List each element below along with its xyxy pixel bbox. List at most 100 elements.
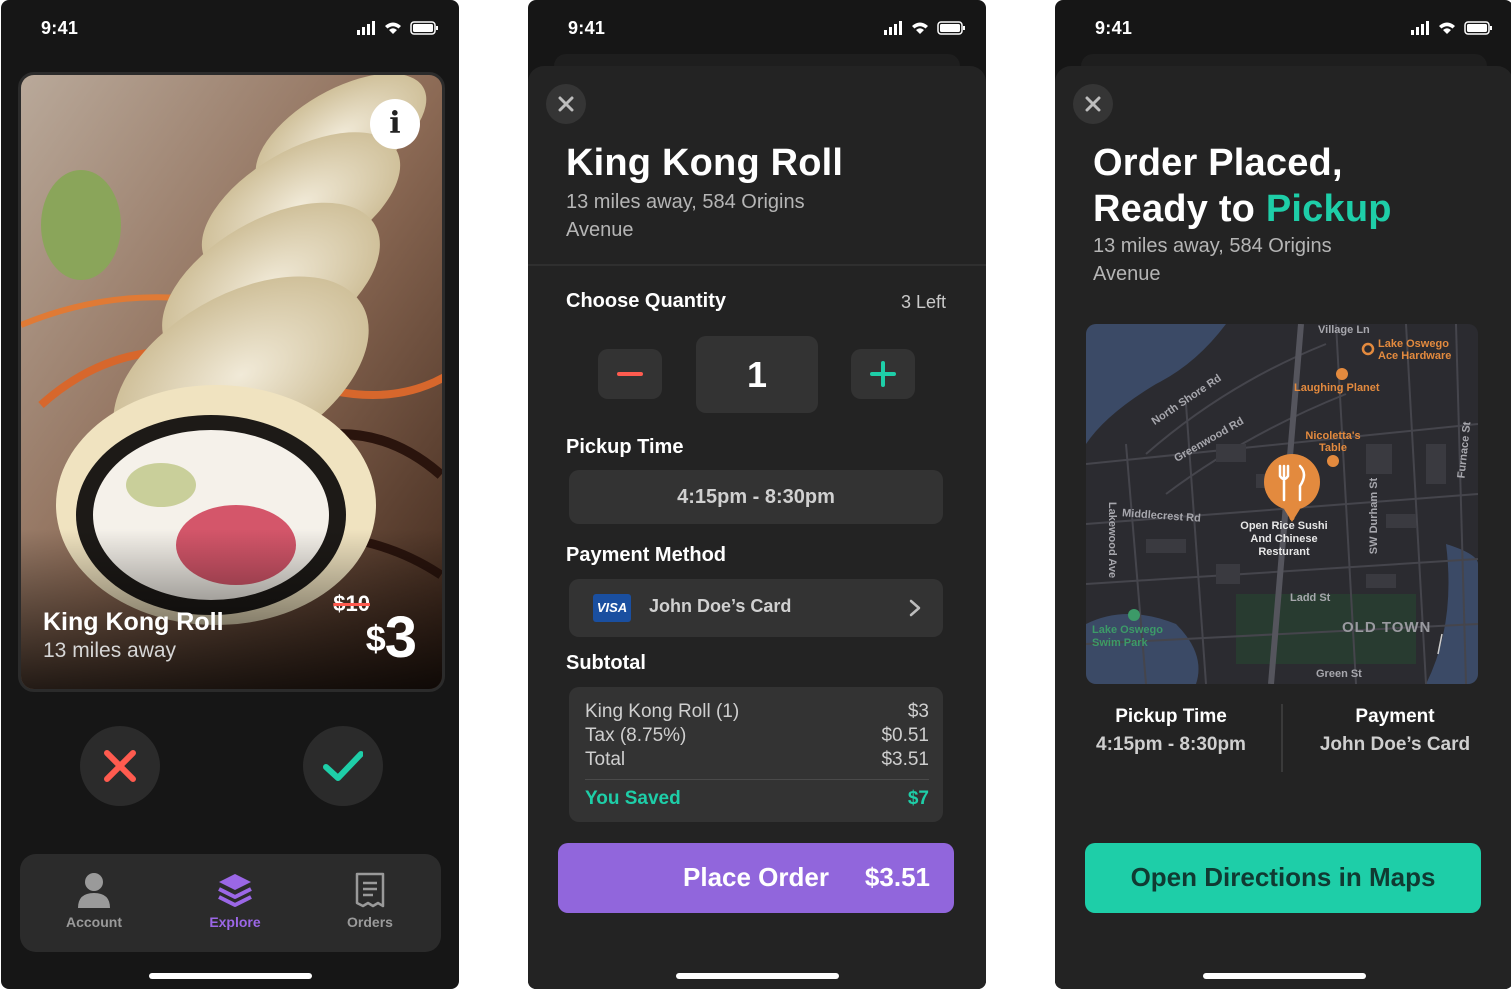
street-label: Village Ln — [1318, 324, 1370, 336]
card-distance: 13 miles away — [43, 639, 177, 662]
visa-icon: VISA — [593, 594, 631, 622]
close-button[interactable] — [1073, 84, 1113, 124]
explore-screen: 9:41 i King Kong Roll 13 miles away $10 … — [1, 0, 459, 989]
subtotal-row: King Kong Roll (1) $3 — [585, 701, 929, 725]
tab-bar: Account Explore Orders — [20, 854, 441, 952]
quantity-value: 1 — [696, 336, 818, 413]
quantity-label: Choose Quantity — [566, 290, 727, 312]
status-time: 9:41 — [41, 18, 79, 38]
item-address: 13 miles away, 584 Origins Avenue — [566, 191, 805, 241]
restaurant-pin-icon[interactable] — [1264, 454, 1320, 522]
place-order-button[interactable]: Place Order $3.51 — [558, 843, 954, 913]
destination-label: Open Rice Sushi And Chinese Resturant — [1240, 520, 1328, 558]
area-label: OLD TOWN — [1342, 619, 1432, 636]
status-icons — [357, 21, 438, 35]
close-icon — [558, 96, 574, 112]
tab-explore[interactable]: Explore — [175, 872, 295, 930]
increase-quantity-button[interactable] — [851, 349, 915, 399]
accept-button[interactable] — [303, 726, 383, 806]
home-indicator[interactable] — [676, 973, 839, 979]
savings-row: You Saved $7 — [585, 788, 929, 812]
open-directions-button[interactable]: Open Directions in Maps — [1085, 843, 1481, 913]
info-button[interactable]: i — [370, 99, 420, 149]
status-icons — [1411, 21, 1492, 35]
divider — [528, 264, 986, 266]
tab-explore-label: Explore — [209, 914, 261, 930]
subtotal-label: Subtotal — [566, 652, 646, 674]
order-screen: 9:41 King Kong Roll 13 miles away, 584 O… — [528, 0, 986, 989]
deal-currency: $ — [365, 618, 386, 659]
payment-value: John Doe’s Card — [1319, 734, 1471, 755]
status-icons — [884, 21, 965, 35]
place-order-label: Place Order — [683, 862, 829, 892]
pickup-time-label: Pickup Time — [1115, 706, 1227, 727]
status-bar: 9:41 — [528, 0, 986, 54]
divider — [585, 779, 929, 780]
confirmation-title-line1: Order Placed, — [1093, 142, 1343, 184]
poi-label: Lake Oswego Ace Hardware — [1378, 338, 1452, 362]
line-amount: $3 — [907, 701, 929, 722]
order-sheet: King Kong Roll 13 miles away, 584 Origin… — [528, 66, 986, 989]
receipt-icon — [355, 872, 385, 908]
pickup-time-value: 4:15pm - 8:30pm — [1096, 734, 1246, 755]
item-title: King Kong Roll — [566, 142, 844, 184]
close-icon — [1085, 96, 1101, 112]
food-card[interactable]: i King Kong Roll 13 miles away $10 $3 — [18, 72, 445, 692]
close-button[interactable] — [546, 84, 586, 124]
place-order-amount: $3.51 — [864, 862, 930, 892]
poi-label: Nicoletta's Table — [1305, 430, 1361, 454]
payment-card-name: John Doe’s Card — [649, 596, 792, 616]
chevron-right-icon — [909, 599, 921, 617]
tab-account-label: Account — [66, 914, 122, 930]
reject-button[interactable] — [80, 726, 160, 806]
title-prefix: Ready to — [1093, 188, 1266, 230]
street-label: Lakewood Ave — [1106, 501, 1119, 579]
poi-label: Laughing Planet — [1294, 382, 1380, 394]
payment-summary: Payment John Doe’s Card — [1295, 706, 1495, 756]
restaurant-address: 13 miles away, 584 Origins Avenue — [1093, 235, 1332, 285]
map-view[interactable]: Village Ln North Shore Rd Greenwood Rd M… — [1086, 324, 1478, 684]
payment-label: Payment — [1355, 706, 1435, 727]
savings-amount: $7 — [907, 788, 929, 809]
subtotal-row: Tax (8.75%) $0.51 — [585, 725, 929, 749]
close-icon — [104, 750, 136, 782]
home-indicator[interactable] — [1203, 973, 1366, 979]
line-label: King Kong Roll (1) — [585, 701, 740, 722]
minus-icon — [617, 372, 643, 376]
plus-icon — [870, 361, 896, 387]
park-label: Lake Oswego Swim Park — [1092, 624, 1163, 649]
info-icon: i — [389, 106, 401, 141]
confirmation-title-line2: Ready to Pickup — [1093, 186, 1392, 232]
pickup-time-field[interactable]: 4:15pm - 8:30pm — [569, 470, 943, 524]
decrease-quantity-button[interactable] — [598, 349, 662, 399]
tab-orders-label: Orders — [347, 914, 393, 930]
street-label: Ladd St — [1290, 592, 1331, 604]
status-time: 9:41 — [568, 18, 606, 38]
tab-orders[interactable]: Orders — [310, 872, 430, 930]
open-directions-label: Open Directions in Maps — [1130, 862, 1436, 892]
person-icon — [78, 873, 110, 908]
line-label: Total — [585, 749, 626, 770]
savings-label: You Saved — [585, 788, 681, 809]
home-indicator[interactable] — [149, 973, 312, 979]
status-time: 9:41 — [1095, 18, 1133, 38]
pickup-time-label: Pickup Time — [566, 436, 684, 458]
confirmation-sheet: Order Placed, Ready to Pickup 13 miles a… — [1055, 66, 1511, 989]
title-accent: Pickup — [1265, 188, 1392, 230]
subtotal-breakdown: King Kong Roll (1) $3 Tax (8.75%) $0.51 To… — [569, 687, 943, 822]
tab-account[interactable]: Account — [34, 872, 154, 930]
divider — [1281, 704, 1283, 772]
status-bar: 9:41 — [1055, 0, 1511, 54]
street-label: SW Durham St — [1368, 477, 1381, 555]
line-amount: $3.51 — [881, 749, 929, 770]
confirmation-screen: 9:41 Order Placed, Ready to Pickup 13 mi… — [1055, 0, 1511, 989]
card-item-name: King Kong Roll — [43, 608, 224, 636]
line-amount: $0.51 — [881, 725, 929, 746]
deal-price: $3 — [365, 604, 417, 671]
original-price: $10 — [333, 591, 370, 616]
payment-method-selector[interactable]: VISA John Doe’s Card — [569, 579, 943, 637]
line-label: Tax (8.75%) — [585, 725, 687, 746]
check-icon — [323, 751, 363, 781]
deal-price-value: 3 — [384, 605, 417, 670]
payment-method-label: Payment Method — [566, 544, 727, 566]
